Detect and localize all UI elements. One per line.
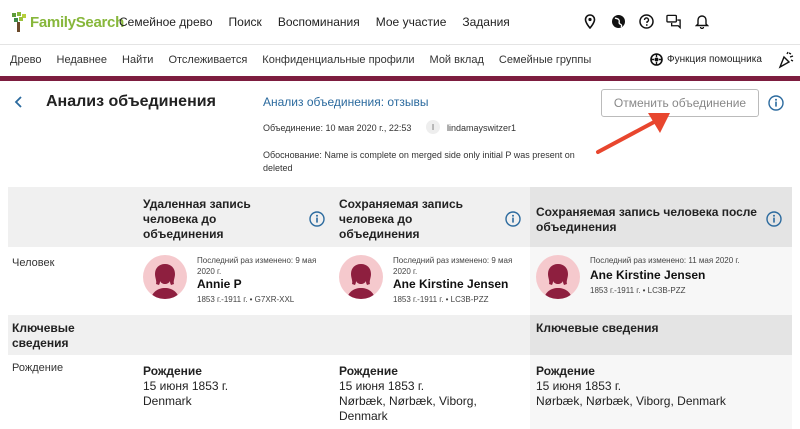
last-modified: Последний раз изменено: 9 мая 2020 г. xyxy=(197,256,317,276)
person-lifespan-id: 1853 г.-1911 г. • LC3B-PZZ xyxy=(590,286,686,295)
main-nav: Семейное древо Поиск Воспоминания Мое уч… xyxy=(119,15,526,29)
birth-title: Рождение xyxy=(143,364,202,378)
assistant-label: Функция помощника xyxy=(667,54,762,65)
logo-text: FamilySearch xyxy=(30,13,124,31)
tree-logo-icon xyxy=(12,12,26,32)
merge-reviews-link[interactable]: Анализ объединения: отзывы xyxy=(263,95,428,109)
nav-search[interactable]: Поиск xyxy=(229,15,262,29)
female-avatar-icon xyxy=(536,255,580,299)
merge-comparison-table: Удаленная запись человека до объединения… xyxy=(8,187,792,429)
birth-title: Рождение xyxy=(339,364,398,378)
bell-icon[interactable] xyxy=(694,13,710,29)
globe-icon[interactable] xyxy=(610,13,626,29)
birth-date: 15 июня 1853 г. xyxy=(143,379,229,393)
person-card-surviving-after[interactable]: Последний раз изменено: 11 мая 2020 г. A… xyxy=(536,255,766,305)
birth-place: Nørbæk, Nørbæk, Viborg, Denmark xyxy=(339,394,477,423)
user-avatar-badge: l xyxy=(426,120,440,134)
help-icon[interactable] xyxy=(638,13,654,29)
birth-fact-surviving-before: Рождение 15 июня 1853 г. Nørbæk, Nørbæk,… xyxy=(339,364,489,424)
person-name[interactable]: Ane Kirstine Jensen xyxy=(393,277,508,291)
female-avatar-icon xyxy=(143,255,187,299)
person-card-deleted[interactable]: Последний раз изменено: 9 мая 2020 г. An… xyxy=(143,255,323,305)
column-deleted-before: Удаленная запись человека до объединения xyxy=(143,197,251,241)
nav-family-tree[interactable]: Семейное древо xyxy=(119,15,213,29)
birth-fact-surviving-after: Рождение 15 июня 1853 г. Nørbæk, Nørbæk,… xyxy=(536,364,776,409)
person-name[interactable]: Ane Kirstine Jensen xyxy=(590,268,705,282)
top-navbar: FamilySearch Семейное древо Поиск Воспом… xyxy=(0,0,800,44)
merge-username[interactable]: lindamayswitzer1 xyxy=(447,123,516,133)
chat-icon[interactable] xyxy=(666,13,682,29)
birth-place: Nørbæk, Nørbæk, Viborg, Denmark xyxy=(536,394,726,408)
info-icon[interactable] xyxy=(505,211,521,232)
familysearch-logo[interactable]: FamilySearch xyxy=(10,10,124,34)
tree-subnav: Древо Недавнее Найти Отслеживается Конфи… xyxy=(10,54,606,66)
birth-row-label: Рождение xyxy=(12,362,64,374)
last-modified: Последний раз изменено: 9 мая 2020 г. xyxy=(393,256,513,276)
person-card-surviving-before[interactable]: Последний раз изменено: 9 мая 2020 г. An… xyxy=(339,255,519,305)
back-chevron-icon[interactable] xyxy=(14,95,23,113)
key-facts-label-after: Ключевые сведения xyxy=(536,321,659,335)
nav-memories[interactable]: Воспоминания xyxy=(278,15,360,29)
subnav-find[interactable]: Найти xyxy=(122,54,153,66)
person-lifespan-id: 1853 г.-1911 г. • G7XR-XXL xyxy=(197,295,295,304)
assistant-toggle[interactable]: Функция помощника xyxy=(650,53,762,66)
female-avatar-icon xyxy=(339,255,383,299)
merge-reason: Обоснование: Name is complete on merged … xyxy=(263,150,575,173)
column-surviving-before: Сохраняемая запись человека до объединен… xyxy=(339,197,464,241)
top-icons xyxy=(582,13,710,29)
annotation-arrow-icon xyxy=(596,113,670,154)
info-icon[interactable] xyxy=(766,211,782,232)
nav-activities[interactable]: Задания xyxy=(462,15,509,29)
person-row-label: Человек xyxy=(12,257,55,269)
info-icon[interactable] xyxy=(768,95,784,116)
birth-date: 15 июня 1853 г. xyxy=(339,379,425,393)
accent-bar xyxy=(0,76,800,81)
person-lifespan-id: 1853 г.-1911 г. • LC3B-PZZ xyxy=(393,295,489,304)
column-surviving-after: Сохраняемая запись человека после объеди… xyxy=(536,205,757,234)
tree-subnav-bar: Древо Недавнее Найти Отслеживается Конфи… xyxy=(0,44,800,76)
subnav-private-profiles[interactable]: Конфиденциальные профили xyxy=(262,54,414,66)
subnav-tree[interactable]: Древо xyxy=(10,54,42,66)
last-modified: Последний раз изменено: 11 мая 2020 г. xyxy=(590,256,740,265)
key-facts-label: Ключевые сведения xyxy=(12,321,75,350)
subnav-following[interactable]: Отслеживается xyxy=(168,54,247,66)
subnav-my-contributions[interactable]: Мой вклад xyxy=(430,54,484,66)
page-title: Анализ объединения xyxy=(46,93,216,110)
birth-place: Denmark xyxy=(143,394,192,408)
birth-date: 15 июня 1853 г. xyxy=(536,379,622,393)
merge-date: Объединение: 10 мая 2020 г., 22:53 xyxy=(263,123,412,133)
nav-get-involved[interactable]: Мое участие xyxy=(376,15,447,29)
subnav-recent[interactable]: Недавнее xyxy=(57,54,108,66)
helper-icon xyxy=(650,53,663,66)
person-name[interactable]: Annie P xyxy=(197,277,242,291)
whats-new-icon[interactable] xyxy=(778,51,794,74)
birth-fact-deleted: Рождение 15 июня 1853 г. Denmark xyxy=(143,364,323,409)
subnav-family-groups[interactable]: Семейные группы xyxy=(499,54,591,66)
info-icon[interactable] xyxy=(309,211,325,232)
birth-title: Рождение xyxy=(536,364,595,378)
location-icon[interactable] xyxy=(582,13,598,29)
